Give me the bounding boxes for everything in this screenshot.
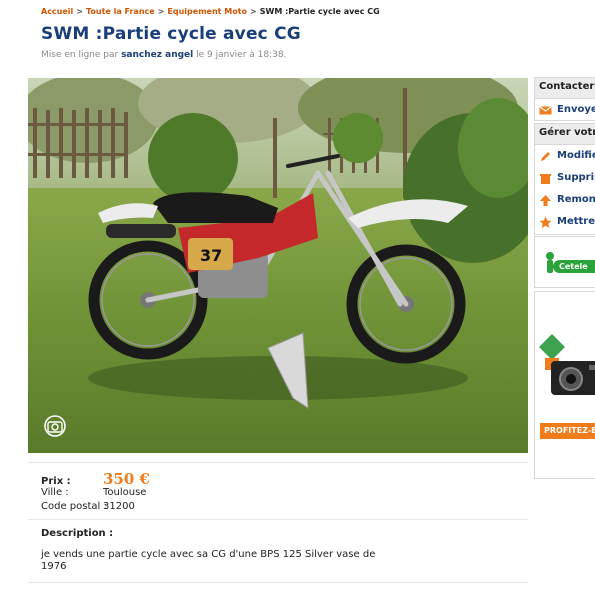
city-value: Toulouse: [103, 487, 147, 498]
posted-info: Mise en ligne par sanchez angel le 9 jan…: [41, 50, 286, 60]
description-text: je vends une partie cycle avec sa CG d'u…: [41, 549, 376, 572]
delete-icon: [540, 173, 551, 184]
breadcrumb-region-link[interactable]: Toute la France: [86, 7, 155, 16]
posted-date: le 9 janvier à 18:38.: [196, 50, 287, 60]
description-label: Description :: [41, 528, 114, 539]
postal-row: Code postal :31200: [41, 501, 135, 512]
breadcrumb: Accueil > Toute la France > Equipement Moto >…: [41, 7, 380, 16]
page-title: SWM :Partie cycle avec CG: [41, 24, 301, 44]
city-row: Ville : Toulouse: [41, 487, 146, 498]
race-number: 37: [200, 246, 222, 265]
bump-listing-label: Remont: [557, 194, 595, 205]
breadcrumb-separator: >: [157, 7, 165, 16]
contact-header: Contacter l: [535, 78, 595, 99]
cetelem-label: Cetele: [553, 260, 595, 273]
send-email-label: Envoye: [557, 104, 595, 115]
star-icon: [539, 216, 552, 228]
author-link[interactable]: sanchez angel: [121, 50, 193, 60]
feature-listing-label: Mettre: [557, 216, 595, 227]
listing-details: Prix : 350 € Ville : Toulouse Code postal …: [28, 462, 528, 520]
camera-ad[interactable]: PROFITEZ-EN: [534, 291, 595, 479]
description-section: Description : je vends une partie cycle …: [28, 520, 528, 583]
cetelem-ad[interactable]: Cetele: [534, 236, 595, 288]
manage-box: Gérer votr Modifie Supprir Remont Mettre: [534, 123, 595, 235]
envelope-icon: [539, 105, 552, 114]
city-label: Ville :: [41, 487, 69, 498]
price-value: 350 €: [103, 470, 150, 488]
pencil-icon: [541, 151, 550, 161]
postal-label: Code postal :: [41, 501, 107, 512]
edit-listing-link[interactable]: Modifie: [535, 145, 595, 167]
contact-box: Contacter l Envoye: [534, 77, 595, 121]
bump-listing-link[interactable]: Remont: [535, 189, 595, 211]
breadcrumb-separator: >: [76, 7, 83, 16]
camera-icon[interactable]: [42, 414, 68, 438]
profitez-button[interactable]: PROFITEZ-EN: [540, 423, 595, 439]
posted-prefix: Mise en ligne par: [41, 50, 119, 60]
listing-photo[interactable]: 37: [28, 78, 528, 453]
edit-listing-label: Modifie: [557, 150, 595, 161]
breadcrumb-home-link[interactable]: Accueil: [41, 7, 73, 16]
breadcrumb-current: SWM :Partie cycle avec CG: [259, 7, 380, 16]
camera-product-icon: [551, 361, 595, 395]
manage-header: Gérer votr: [535, 124, 595, 145]
breadcrumb-separator: >: [250, 7, 257, 16]
price-label: Prix :: [41, 476, 71, 487]
feature-listing-link[interactable]: Mettre: [535, 211, 595, 233]
delete-listing-label: Supprir: [557, 172, 595, 183]
postal-value: 31200: [103, 501, 135, 512]
delete-listing-link[interactable]: Supprir: [535, 167, 595, 189]
price-row: Prix : 350 €: [41, 470, 150, 488]
send-email-link[interactable]: Envoye: [535, 99, 595, 120]
arrow-up-icon: [540, 194, 551, 206]
breadcrumb-category-link[interactable]: Equipement Moto: [167, 7, 247, 16]
